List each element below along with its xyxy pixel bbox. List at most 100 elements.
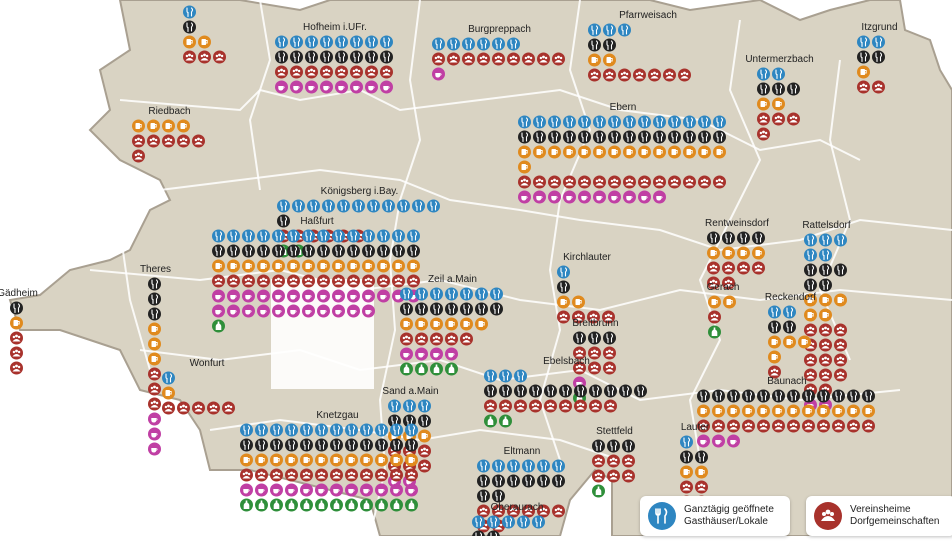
cutlery-icon (362, 229, 375, 243)
beer-mug-icon (695, 465, 708, 479)
cutlery-icon (757, 82, 770, 96)
people-group-icon (477, 52, 490, 66)
coffee-cup-icon (212, 304, 225, 318)
cutlery-icon (403, 399, 416, 413)
cutlery-icon (695, 450, 708, 464)
people-group-icon (834, 368, 847, 382)
beer-mug-icon (285, 453, 298, 467)
cutlery-icon (593, 130, 606, 144)
cutlery-icon (872, 35, 885, 49)
cutlery-icon (507, 474, 520, 488)
cutlery-icon (603, 38, 616, 52)
people-group-icon (177, 401, 190, 415)
place-label: Rentweinsdorf (705, 218, 769, 229)
coffee-cup-icon (302, 289, 315, 303)
beer-mug-icon (407, 259, 420, 273)
people-group-icon (559, 399, 572, 413)
cutlery-icon (622, 439, 635, 453)
people-group-icon (787, 112, 800, 126)
cutlery-icon (648, 502, 676, 530)
people-group-icon (804, 353, 817, 367)
people-group-icon (242, 274, 255, 288)
wine-bottle-icon (300, 498, 313, 512)
cutlery-icon (285, 438, 298, 452)
beer-mug-icon (757, 97, 770, 111)
people-group-icon (552, 504, 565, 518)
people-group-icon (162, 134, 175, 148)
people-group-icon (302, 274, 315, 288)
coffee-cup-icon (638, 190, 651, 204)
cutlery-icon (227, 229, 240, 243)
coffee-cup-icon (148, 412, 161, 426)
cutlery-icon (365, 50, 378, 64)
beer-mug-icon (445, 317, 458, 331)
coffee-cup-icon (302, 304, 315, 318)
cutlery-icon (302, 229, 315, 243)
wine-bottle-icon (708, 325, 721, 339)
beer-mug-icon (548, 145, 561, 159)
cutlery-icon (634, 384, 647, 398)
beer-mug-icon (430, 317, 443, 331)
cutlery-icon (352, 199, 365, 213)
place-label: Kirchlauter (563, 252, 611, 263)
legend-vereinsheim: Vereinsheime Dorfgemeinschaften (806, 496, 952, 536)
people-group-icon (819, 338, 832, 352)
beer-mug-icon (563, 145, 576, 159)
cutlery-icon (548, 115, 561, 129)
coffee-cup-icon (345, 483, 358, 497)
cutlery-icon (484, 369, 497, 383)
coffee-cup-icon (608, 190, 621, 204)
coffee-cup-icon (400, 347, 413, 361)
wine-bottle-icon (430, 362, 443, 376)
cutlery-icon (683, 130, 696, 144)
cutlery-icon (653, 130, 666, 144)
beer-mug-icon (862, 404, 875, 418)
people-group-icon (857, 80, 870, 94)
cutlery-icon (270, 423, 283, 437)
beer-mug-icon (315, 453, 328, 467)
cutlery-icon (405, 438, 418, 452)
cutlery-icon (415, 302, 428, 316)
people-group-icon (320, 65, 333, 79)
beer-mug-icon (415, 317, 428, 331)
cutlery-icon (315, 438, 328, 452)
people-group-icon (603, 361, 616, 375)
beer-mug-icon (623, 145, 636, 159)
coffee-cup-icon (240, 483, 253, 497)
cutlery-icon (300, 438, 313, 452)
people-group-icon (315, 468, 328, 482)
cutlery-icon (287, 229, 300, 243)
coffee-cup-icon (432, 67, 445, 81)
people-group-icon (407, 274, 420, 288)
cutlery-icon (603, 23, 616, 37)
cutlery-icon (574, 384, 587, 398)
cutlery-icon (532, 515, 545, 529)
cutlery-icon (548, 130, 561, 144)
coffee-cup-icon (563, 190, 576, 204)
beer-mug-icon (198, 35, 211, 49)
cutlery-icon (817, 389, 830, 403)
people-group-icon (604, 399, 617, 413)
people-group-icon (819, 353, 832, 367)
cutlery-icon (360, 438, 373, 452)
cutlery-icon (362, 244, 375, 258)
beer-mug-icon (707, 246, 720, 260)
beer-mug-icon (697, 404, 710, 418)
cutlery-icon (783, 320, 796, 334)
cutlery-icon (490, 302, 503, 316)
place-label: Hofheim i.UFr. (303, 22, 367, 33)
people-group-icon (804, 323, 817, 337)
place-label: Eltmann (504, 446, 541, 457)
cutlery-icon (430, 287, 443, 301)
people-group-icon (390, 468, 403, 482)
beer-mug-icon (242, 259, 255, 273)
cutlery-icon (552, 474, 565, 488)
beer-mug-icon (518, 160, 531, 174)
people-group-icon (418, 459, 431, 473)
beer-mug-icon (10, 316, 23, 330)
cutlery-icon (367, 199, 380, 213)
people-group-icon (772, 419, 785, 433)
people-group-icon (362, 274, 375, 288)
beer-mug-icon (317, 259, 330, 273)
beer-mug-icon (798, 335, 811, 349)
